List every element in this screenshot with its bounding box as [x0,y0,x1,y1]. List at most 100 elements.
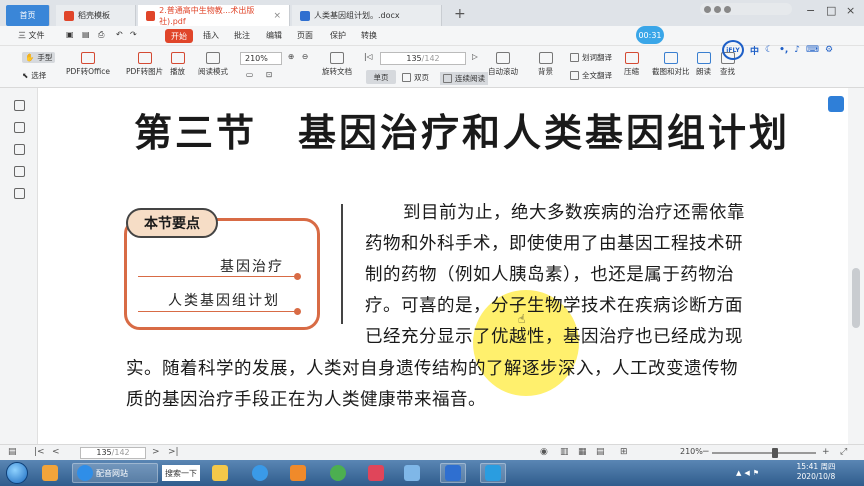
first-page-button[interactable]: |< [34,447,45,457]
hand-tool-button[interactable]: ✋ 手型 [22,52,56,63]
attachment-icon[interactable] [14,166,25,177]
status-zoom[interactable]: 210% [680,447,703,456]
zoom-out-icon[interactable]: ⊖ [302,52,308,61]
close-icon[interactable]: × [273,11,281,21]
redo-icon[interactable]: ↷ [130,30,137,39]
fit-width-icon[interactable]: ▭ [246,70,253,79]
page-number-input[interactable]: 135/142 [380,52,466,65]
double-page-button[interactable]: 双页 [402,72,429,83]
zoom-in-icon[interactable]: ⊕ [288,52,294,61]
compress-button[interactable]: 压缩 [624,52,639,77]
last-page-button[interactable]: >| [168,447,179,457]
fit-page-icon[interactable]: ⊡ [266,70,272,79]
menu-edit[interactable]: 编辑 [266,30,282,41]
play-button[interactable]: 播放 [170,52,185,77]
select-tool-button[interactable]: ⬉ 选择 [22,70,46,81]
punctuation-icon[interactable]: •, [779,45,788,55]
taskbar-clock[interactable]: 15:41 周四 2020/10/8 [786,462,846,482]
sidebar-toggle-icon[interactable]: ▤ [8,447,17,457]
print-icon[interactable]: ⎙ [98,30,104,40]
vertical-scrollbar[interactable] [848,88,864,444]
menu-insert[interactable]: 插入 [203,30,219,41]
fullscreen-icon[interactable]: ⤢ [840,447,847,457]
tab-home[interactable]: 首页 [6,5,50,26]
fit-view-icon[interactable]: ⊞ [620,447,628,457]
document-page[interactable]: 第三节 基因治疗和人类基因组计划 本节要点 基因治疗 人类基因组计划 到目前为止… [38,88,848,444]
double-view-icon[interactable]: ▦ [578,447,587,457]
prev-page-button[interactable]: < [52,447,60,457]
new-tab-button[interactable]: + [454,6,466,22]
taskbar-chrome[interactable] [330,463,346,483]
minimize-button[interactable]: − [806,4,815,17]
tray-icons[interactable]: ▲ ◀ ⚑ [736,463,759,483]
taskbar-video[interactable] [368,463,384,483]
read-aloud-button[interactable]: 朗读 [696,52,711,77]
zoom-out-button[interactable]: − [702,447,710,457]
pdf-to-image-button[interactable]: PDF转图片 [126,52,163,77]
start-button[interactable] [6,462,28,484]
taskbar-app[interactable] [480,463,506,483]
taskbar-wps[interactable] [440,463,466,483]
tab-pdf[interactable]: 2.普通高中生物教...术出版社).pdf × [138,5,290,26]
media-player-icon [290,465,306,481]
recording-timer: 00:31 [636,26,664,44]
read-mode-button[interactable]: 阅读模式 [198,52,228,77]
scrollbar-thumb[interactable] [852,268,860,328]
menu-protect[interactable]: 保护 [330,30,346,41]
zoom-slider[interactable] [712,448,816,458]
key-point-bullet [294,273,301,280]
hand-cursor-icon: ☝ [518,312,526,326]
taskbar-media[interactable] [290,463,306,483]
tab-docx[interactable]: 人类基因组计划。.docx [292,5,442,26]
menu-start[interactable]: 开始 [165,29,193,43]
mic-icon[interactable]: ♪ [794,45,800,55]
auto-scroll-button[interactable]: 自动滚动 [488,52,518,77]
taskbar-ie2[interactable] [252,463,268,483]
ime-language[interactable]: 中 [750,44,759,57]
close-window-button[interactable]: × [846,4,855,17]
single-page-button[interactable]: 单页 [366,70,396,84]
save-icon[interactable]: ▣ [66,30,74,39]
maximize-button[interactable]: □ [826,4,836,17]
continuous-view-icon[interactable]: ▤ [596,447,605,457]
thumbnail-icon[interactable] [14,122,25,133]
taskbar-editor[interactable] [404,463,420,483]
menu-comment[interactable]: 批注 [234,30,250,41]
signature-icon[interactable] [14,188,25,199]
taskbar-app-windows[interactable] [42,463,58,483]
input-method-bar[interactable]: iFLY 中 ☾ •, ♪ ⌨ ⚙ [722,40,858,60]
background-button[interactable]: 背景 [538,52,553,77]
zoom-slider-handle[interactable] [772,448,778,458]
translate-word-button[interactable]: 划词翻译 [570,52,612,63]
status-page-input[interactable]: 135/142 [80,447,146,459]
moon-icon[interactable]: ☾ [765,45,773,55]
next-page-icon[interactable]: ▷ [472,52,478,61]
zoom-in-button[interactable]: + [822,447,830,457]
translate-full-button[interactable]: 全文翻译 [570,70,612,81]
screenshot-compare-button[interactable]: 截图和对比 [652,52,690,77]
user-status-bar[interactable] [700,3,792,15]
menu-page[interactable]: 页面 [297,30,313,41]
single-view-icon[interactable]: ▥ [560,447,569,457]
gear-icon[interactable]: ⚙ [825,45,833,55]
taskbar-explorer[interactable] [212,463,228,483]
menu-file[interactable]: 三 文件 [18,30,45,41]
bookmark-icon[interactable] [14,100,25,111]
eye-icon[interactable]: ◉ [540,447,548,457]
first-page-icon[interactable]: |◁ [364,52,372,61]
continuous-read-button[interactable]: 连续阅读 [440,72,488,85]
floating-tool-button[interactable] [828,96,844,112]
open-icon[interactable]: ▤ [82,30,90,39]
menu-convert[interactable]: 转换 [361,30,377,41]
taskbar-ie[interactable]: 配音网站 [72,463,158,483]
key-point-genome-project: 人类基因组计划 [168,293,280,309]
taskbar-search[interactable]: 搜索一下 [162,465,200,481]
rotate-button[interactable]: 旋转文档 [322,52,352,77]
keyboard-icon[interactable]: ⌨ [806,45,819,55]
undo-icon[interactable]: ↶ [116,30,123,39]
next-page-button[interactable]: > [152,447,160,457]
zoom-select[interactable]: 210% [240,52,282,65]
comment-icon[interactable] [14,144,25,155]
tab-template[interactable]: 稻壳模板 [56,5,136,26]
pdf-to-office-button[interactable]: PDF转Office [66,52,110,77]
